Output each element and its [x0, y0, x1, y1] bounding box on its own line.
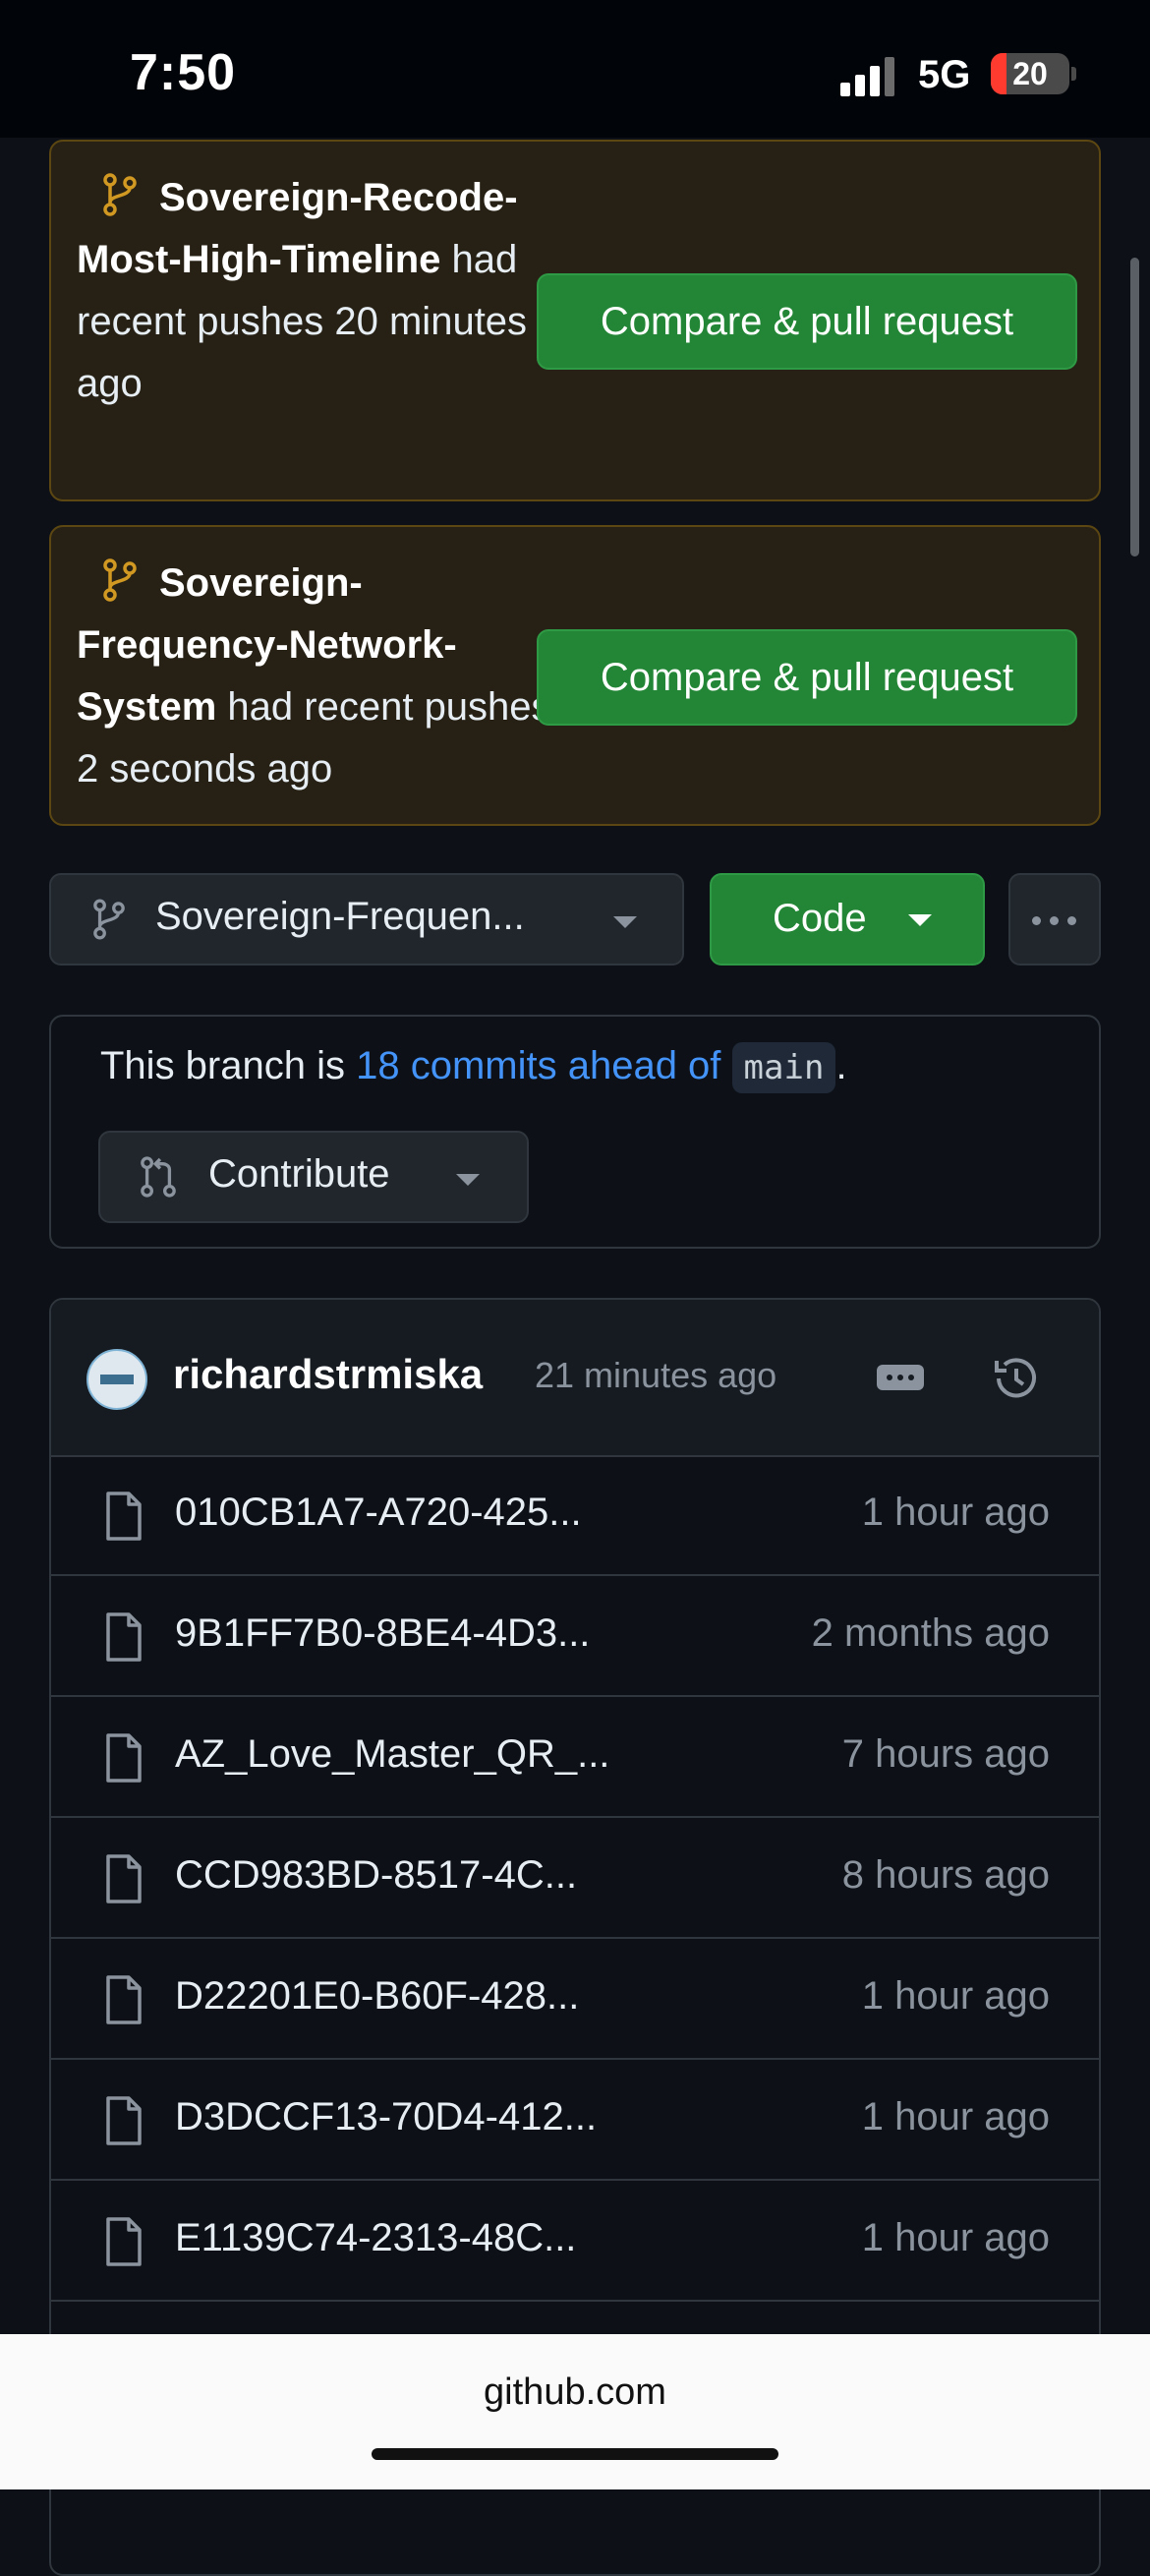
more-options-button[interactable]: [1008, 873, 1101, 966]
file-icon: [106, 2217, 142, 2266]
status-bar: 7:50 5G 20: [0, 0, 1150, 138]
file-row[interactable]: E1139C74-2313-48C... 1 hour ago: [51, 2181, 1099, 2302]
ellipsis-icon[interactable]: [877, 1365, 924, 1390]
file-updated-time: 1 hour ago: [861, 2095, 1050, 2138]
history-icon[interactable]: [989, 1351, 1044, 1406]
file-updated-time: 2 months ago: [811, 1611, 1050, 1655]
chevron-down-icon: [613, 916, 637, 928]
avatar[interactable]: [86, 1349, 147, 1410]
pull-request-icon: [141, 1156, 176, 1198]
recent-push-banner-1: Sovereign-Recode-Most-High-Timeline had …: [49, 140, 1101, 501]
latest-commit-header: richardstrmiska 21 minutes ago: [51, 1300, 1099, 1457]
file-row[interactable]: CCD983BD-8517-4C... 8 hours ago: [51, 1818, 1099, 1939]
file-row[interactable]: D3DCCF13-70D4-412... 1 hour ago: [51, 2060, 1099, 2181]
git-branch-icon: [93, 899, 125, 940]
contribute-label: Contribute: [208, 1152, 390, 1196]
file-name[interactable]: D22201E0-B60F-428...: [175, 1974, 579, 2019]
ahead-prefix: This branch is: [100, 1044, 357, 1087]
status-time: 7:50: [130, 44, 237, 101]
compare-pull-request-button-1[interactable]: Compare & pull request: [537, 273, 1077, 370]
file-icon: [106, 1975, 142, 2024]
recent-push-banner-2: Sovereign-Frequency-Network-System had r…: [49, 525, 1101, 826]
code-button-label: Code: [773, 897, 867, 940]
branch-status-box: This branch is 18 commits ahead of main.…: [49, 1015, 1101, 1249]
file-row[interactable]: 010CB1A7-A720-425... 1 hour ago: [51, 1455, 1099, 1576]
file-row[interactable]: AZ_Love_Master_QR_... 7 hours ago: [51, 1697, 1099, 1818]
file-name[interactable]: 9B1FF7B0-8BE4-4D3...: [175, 1611, 590, 1656]
branch-selector[interactable]: Sovereign-Frequen...: [49, 873, 684, 966]
dot: [1032, 916, 1041, 925]
commit-author[interactable]: richardstrmiska: [173, 1351, 483, 1398]
address-bar[interactable]: github.com: [0, 2371, 1150, 2414]
page-scrollbar[interactable]: [1130, 258, 1139, 556]
file-updated-time: 7 hours ago: [841, 1732, 1050, 1776]
chevron-down-icon: [456, 1174, 480, 1186]
battery-icon: 20: [991, 53, 1069, 94]
branch-selector-label: Sovereign-Frequen...: [155, 895, 525, 938]
file-row[interactable]: D22201E0-B60F-428... 1 hour ago: [51, 1939, 1099, 2060]
commits-ahead-link[interactable]: 18 commits ahead of: [356, 1044, 720, 1087]
git-branch-icon: [103, 558, 137, 602]
browser-bottom-bar: github.com: [0, 2334, 1150, 2489]
file-row[interactable]: 9B1FF7B0-8BE4-4D3... 2 months ago: [51, 1576, 1099, 1697]
file-icon: [106, 2096, 142, 2145]
file-icon: [106, 1492, 142, 1541]
file-updated-time: 8 hours ago: [841, 1853, 1050, 1897]
chevron-down-icon: [908, 914, 932, 926]
code-button[interactable]: Code: [710, 873, 985, 966]
git-branch-icon: [103, 173, 137, 216]
ahead-suffix: .: [835, 1044, 847, 1087]
compare-pull-request-button-2[interactable]: Compare & pull request: [537, 629, 1077, 726]
base-branch-chip: main: [731, 1042, 836, 1093]
commit-time: 21 minutes ago: [535, 1355, 777, 1395]
home-indicator[interactable]: [372, 2448, 778, 2460]
recent-push-message-2: Sovereign-Frequency-Network-System had r…: [77, 553, 558, 800]
file-updated-time: 1 hour ago: [861, 2216, 1050, 2259]
file-name[interactable]: CCD983BD-8517-4C...: [175, 1853, 577, 1898]
file-name[interactable]: D3DCCF13-70D4-412...: [175, 2095, 597, 2139]
battery-tip: [1071, 67, 1076, 81]
file-icon: [106, 1612, 142, 1662]
file-updated-time: 1 hour ago: [861, 1974, 1050, 2018]
battery-percentage: 20: [1012, 56, 1048, 91]
branch-ahead-message: This branch is 18 commits ahead of main.: [100, 1042, 847, 1093]
cellular-signal-icon: [840, 57, 894, 96]
network-type: 5G: [918, 53, 971, 96]
file-icon: [106, 1733, 142, 1783]
file-name[interactable]: E1139C74-2313-48C...: [175, 2216, 576, 2260]
file-icon: [106, 1854, 142, 1903]
dot: [1050, 916, 1059, 925]
file-updated-time: 1 hour ago: [861, 1491, 1050, 1534]
dot: [1067, 916, 1076, 925]
recent-push-message-1: Sovereign-Recode-Most-High-Timeline had …: [77, 167, 539, 415]
file-name[interactable]: 010CB1A7-A720-425...: [175, 1491, 582, 1535]
contribute-button[interactable]: Contribute: [98, 1131, 529, 1223]
file-name[interactable]: AZ_Love_Master_QR_...: [175, 1732, 609, 1777]
